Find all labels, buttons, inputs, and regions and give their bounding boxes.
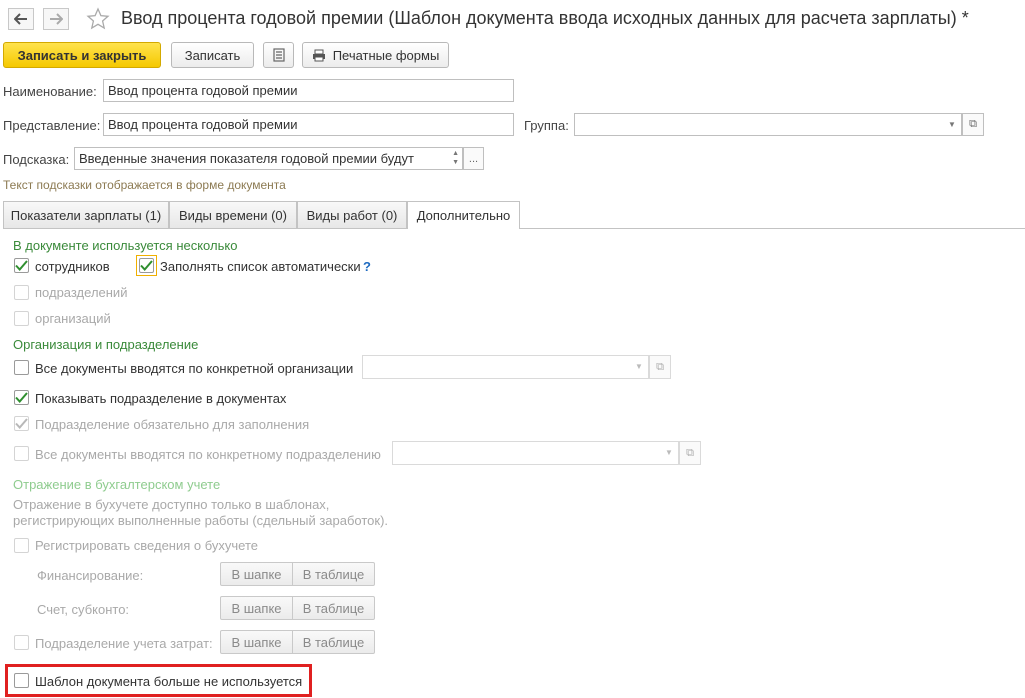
organizations-label: организаций — [35, 311, 111, 326]
employees-checkbox[interactable] — [14, 258, 29, 273]
representation-label: Представление: — [3, 118, 101, 133]
cost-dept-toggle[interactable]: В шапке В таблице — [220, 630, 375, 654]
save-button[interactable]: Записать — [171, 42, 254, 68]
financing-in-header[interactable]: В шапке — [221, 563, 292, 585]
name-label: Наименование: — [3, 84, 97, 99]
not-used-checkbox[interactable] — [14, 673, 29, 688]
by-dept-checkbox[interactable] — [14, 446, 29, 461]
cost-dept-checkbox[interactable] — [14, 635, 29, 650]
save-and-close-button[interactable]: Записать и закрыть — [3, 42, 161, 68]
name-field[interactable]: Ввод процента годовой премии — [103, 79, 514, 102]
chevron-down-icon[interactable]: ▼ — [660, 442, 678, 463]
tab-time-types[interactable]: Виды времени (0) — [169, 201, 297, 228]
hint-note: Текст подсказки отображается в форме док… — [3, 178, 286, 192]
account-in-header[interactable]: В шапке — [221, 597, 292, 619]
checkmark-icon — [15, 418, 28, 429]
fill-auto-checkbox[interactable] — [139, 258, 154, 273]
by-dept-label: Все документы вводятся по конкретному по… — [35, 447, 381, 462]
open-icon: ⧉ — [686, 446, 694, 459]
tab-work-types[interactable]: Виды работ (0) — [297, 201, 407, 228]
tab-additional[interactable]: Дополнительно — [407, 201, 520, 229]
register-checkbox[interactable] — [14, 538, 29, 553]
open-icon: ⧉ — [656, 360, 664, 373]
checkmark-icon — [15, 392, 28, 403]
forward-button[interactable] — [43, 8, 69, 30]
hint-label: Подсказка: — [3, 152, 70, 167]
accounting-note-line2: регистрирующих выполненные работы (сдель… — [13, 513, 389, 528]
hint-more-button[interactable]: ... — [463, 147, 484, 170]
register-label: Регистрировать сведения о бухучете — [35, 538, 259, 553]
list-button[interactable] — [263, 42, 294, 68]
tab-salary-indicators[interactable]: Показатели зарплаты (1) — [3, 201, 169, 228]
star-icon[interactable] — [86, 7, 110, 34]
section-multi-title: В документе используется несколько — [13, 238, 238, 253]
group-label: Группа: — [524, 118, 569, 133]
back-button[interactable] — [8, 8, 34, 30]
chevron-down-icon[interactable]: ▼ — [630, 356, 648, 377]
hint-field[interactable]: Введенные значения показателя годовой пр… — [74, 147, 463, 170]
section-accounting-title: Отражение в бухгалтерском учете — [13, 477, 221, 492]
organizations-checkbox[interactable] — [14, 311, 29, 326]
account-in-table[interactable]: В таблице — [292, 597, 374, 619]
group-field[interactable]: ▼ — [574, 113, 962, 136]
hint-value: Введенные значения показателя годовой пр… — [79, 151, 414, 166]
chevron-down-icon[interactable]: ▼ — [943, 114, 961, 135]
financing-in-table[interactable]: В таблице — [292, 563, 374, 585]
print-forms-button[interactable]: Печатные формы — [302, 42, 449, 68]
checkmark-icon — [140, 260, 153, 271]
ellipsis-icon: ... — [468, 152, 479, 165]
departments-label: подразделений — [35, 285, 128, 300]
department-select[interactable]: ▼ — [392, 441, 679, 465]
show-dept-label: Показывать подразделение в документах — [35, 391, 287, 406]
printer-icon — [312, 49, 325, 61]
show-dept-checkbox[interactable] — [14, 390, 29, 405]
not-used-label: Шаблон документа больше не используется — [35, 674, 303, 689]
list-icon — [272, 48, 285, 62]
open-group-button[interactable]: ⧉ — [962, 113, 984, 136]
by-org-checkbox[interactable] — [14, 360, 29, 375]
arrow-right-icon — [50, 13, 63, 25]
open-organization-button[interactable]: ⧉ — [649, 355, 671, 379]
employees-label: сотрудников — [35, 259, 110, 274]
dept-required-label: Подразделение обязательно для заполнения — [35, 417, 310, 432]
help-icon[interactable]: ? — [363, 259, 371, 274]
cost-dept-label: Подразделение учета затрат: — [35, 636, 213, 651]
spin-icon[interactable]: ▲ ▼ — [452, 149, 459, 167]
account-toggle[interactable]: В шапке В таблице — [220, 596, 375, 620]
departments-checkbox[interactable] — [14, 285, 29, 300]
window-title: Ввод процента годовой премии (Шаблон док… — [121, 8, 969, 28]
print-forms-label: Печатные формы — [332, 47, 440, 63]
account-label: Счет, субконто: — [37, 602, 130, 617]
cost-dept-in-table[interactable]: В таблице — [292, 631, 374, 653]
organization-select[interactable]: ▼ — [362, 355, 649, 379]
open-icon: ⧉ — [969, 118, 977, 130]
accounting-note-line1: Отражение в бухучете доступно только в ш… — [13, 497, 330, 512]
checkmark-icon — [15, 260, 28, 271]
arrow-left-icon — [14, 13, 27, 25]
cost-dept-in-header[interactable]: В шапке — [221, 631, 292, 653]
fill-auto-label: Заполнять список автоматически — [160, 259, 361, 274]
representation-field[interactable]: Ввод процента годовой премии — [103, 113, 514, 136]
financing-label: Финансирование: — [37, 568, 144, 583]
financing-toggle[interactable]: В шапке В таблице — [220, 562, 375, 586]
section-org-title: Организация и подразделение — [13, 337, 199, 352]
open-department-button[interactable]: ⧉ — [679, 441, 701, 465]
by-org-label: Все документы вводятся по конкретной орг… — [35, 361, 354, 376]
dept-required-checkbox[interactable] — [14, 416, 29, 431]
